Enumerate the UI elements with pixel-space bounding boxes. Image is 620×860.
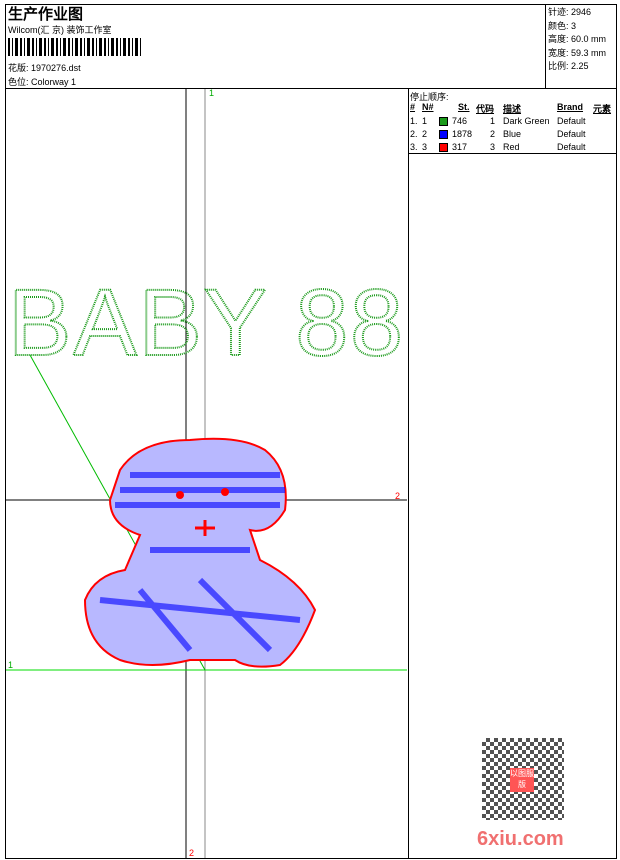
seal-stamp: 以图服版 — [510, 768, 534, 792]
marker-bottom: 2 — [189, 848, 194, 858]
design-canvas: BABY 88 1 2 1 2 — [6, 88, 407, 858]
production-worksheet: 生产作业图 Wilcom(汇 京) 装饰工作室 花版: 1970276.dst … — [0, 0, 620, 860]
watermark-logo: 6xiu.com — [477, 828, 564, 850]
marker-right: 2 — [395, 491, 400, 501]
bear-embroidery — [83, 437, 317, 668]
marker-left: 1 — [8, 660, 13, 670]
design-text-shape: BABY 88 — [8, 270, 403, 376]
marker-top: 1 — [209, 88, 214, 98]
